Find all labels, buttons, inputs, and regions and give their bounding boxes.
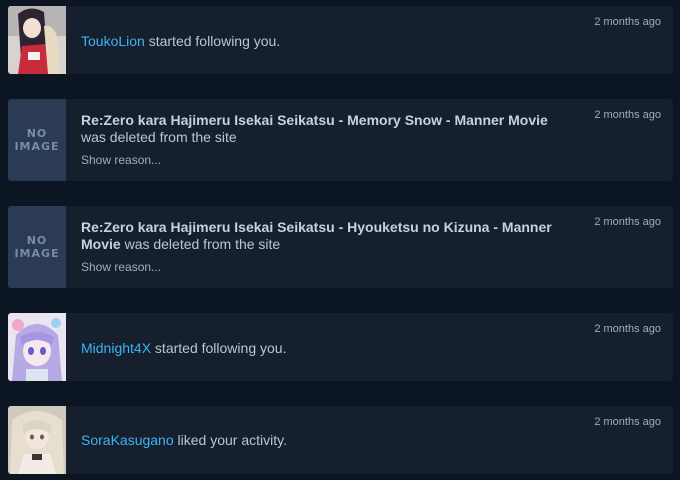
notification-message: started following you. [144,33,281,49]
timestamp: 2 months ago [594,323,661,335]
notification-card: NO IMAGE Re:Zero kara Hajimeru Isekai Se… [8,206,673,288]
notification-message: was deleted from the site [120,236,281,252]
avatar-toukolion[interactable] [8,6,66,74]
notification-message: started following you. [151,340,287,356]
notification-text: Re:Zero kara Hajimeru Isekai Seikatsu - … [81,112,581,146]
user-link[interactable]: SoraKasugano [81,432,174,448]
media-title-link[interactable]: Re:Zero kara Hajimeru Isekai Seikatsu - … [81,112,548,128]
no-image-label: NO [26,234,48,247]
no-image-placeholder[interactable]: NO IMAGE [8,206,66,288]
show-reason-link[interactable]: Show reason... [81,153,161,167]
no-image-label: IMAGE [14,140,60,153]
notification-message: was deleted from the site [81,129,237,145]
timestamp: 2 months ago [594,416,661,428]
notification-message: liked your activity. [173,432,287,448]
notification-text: SoraKasugano liked your activity. [81,432,581,449]
notification-card: ToukoLion started following you. 2 month… [8,6,673,74]
notification-card: SoraKasugano liked your activity. 2 mont… [8,406,673,474]
avatar-sorakasugano[interactable] [8,406,66,474]
avatar-image [8,6,66,74]
no-image-label: NO [26,127,48,140]
user-link[interactable]: ToukoLion [81,33,145,49]
timestamp: 2 months ago [594,109,661,121]
avatar-image [8,313,66,381]
notification-text: ToukoLion started following you. [81,33,581,50]
no-image-placeholder[interactable]: NO IMAGE [8,99,66,181]
notification-card: NO IMAGE Re:Zero kara Hajimeru Isekai Se… [8,99,673,181]
user-link[interactable]: Midnight4X [81,340,151,356]
no-image-label: IMAGE [14,247,60,260]
notification-text: Re:Zero kara Hajimeru Isekai Seikatsu - … [81,219,581,253]
avatar-image [8,406,66,474]
avatar-midnight4x[interactable] [8,313,66,381]
notification-card: Midnight4X started following you. 2 mont… [8,313,673,381]
timestamp: 2 months ago [594,16,661,28]
show-reason-link[interactable]: Show reason... [81,260,161,274]
notification-text: Midnight4X started following you. [81,340,581,357]
notification-feed: ToukoLion started following you. 2 month… [0,0,680,480]
timestamp: 2 months ago [594,216,661,228]
